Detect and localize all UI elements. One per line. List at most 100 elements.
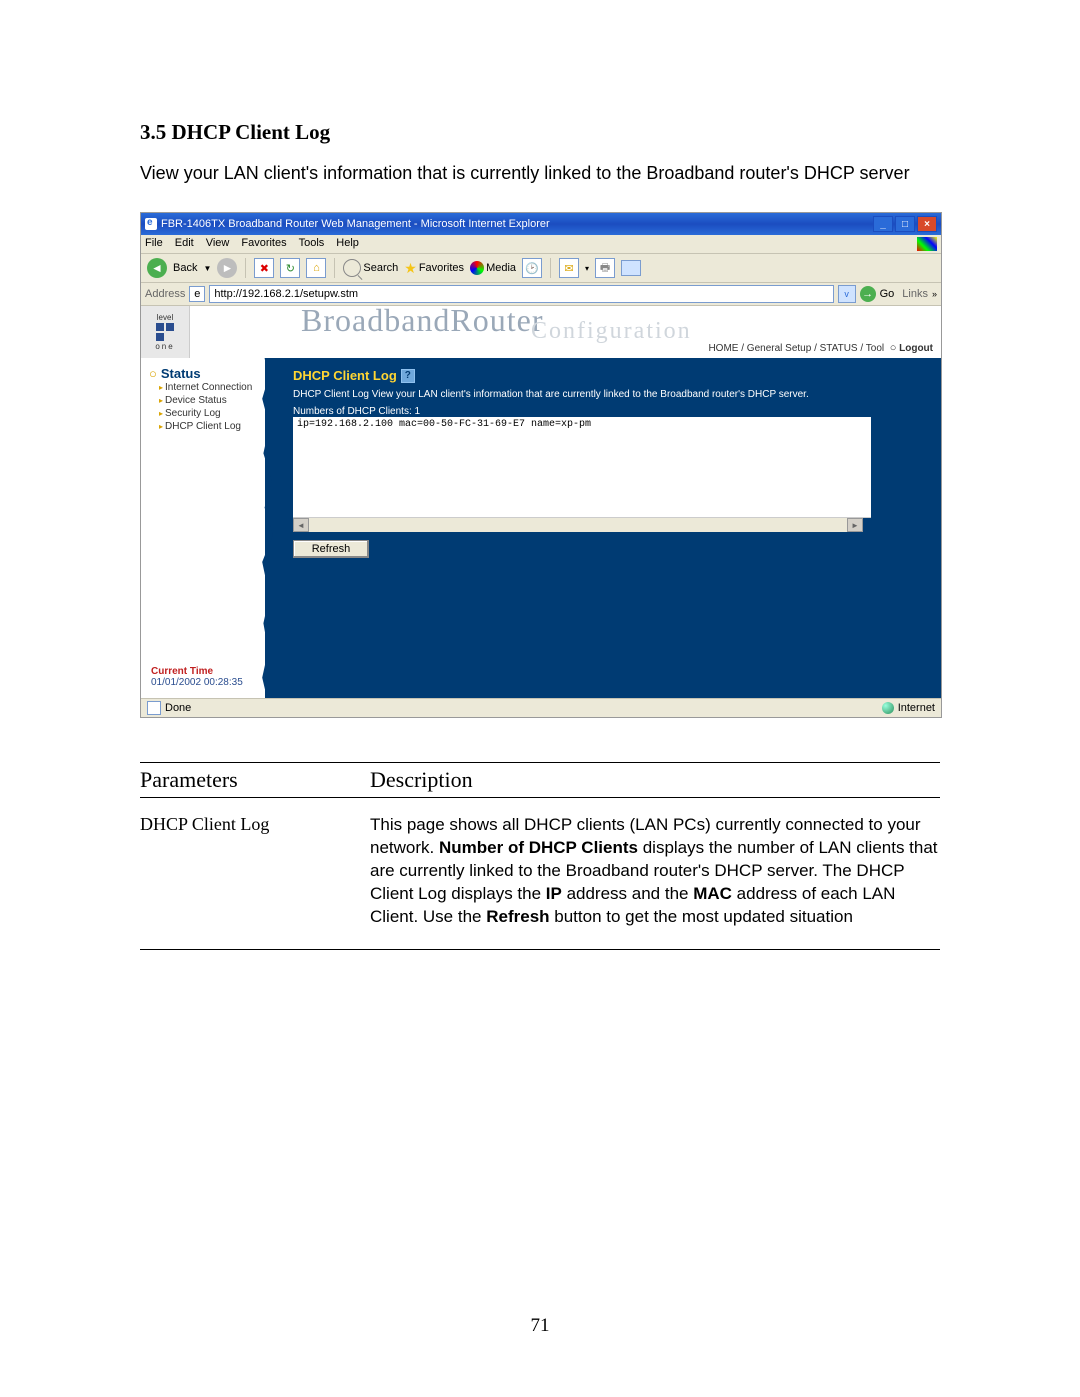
- sidebar-item-label: Internet Connection: [165, 382, 252, 393]
- media-icon: [470, 261, 484, 275]
- dhcp-log-textarea[interactable]: ip=192.168.2.100 mac=00-50-FC-31-69-E7 n…: [293, 417, 871, 518]
- page-icon: e: [189, 286, 205, 302]
- sidebar: ○Status ▸Internet Connection ▸Device Sta…: [141, 358, 265, 698]
- maximize-button[interactable]: □: [895, 216, 915, 232]
- stop-icon[interactable]: ✖: [254, 258, 274, 278]
- sidebar-item-device-status[interactable]: ▸Device Status: [141, 394, 265, 407]
- section-title: 3.5 DHCP Client Log: [140, 120, 940, 145]
- sidebar-wave-divider: [265, 358, 279, 698]
- crumb-gensetup[interactable]: General Setup: [747, 343, 812, 354]
- log-line: ip=192.168.2.100 mac=00-50-FC-31-69-E7 n…: [297, 419, 591, 430]
- triangle-icon: ▸: [159, 422, 163, 431]
- home-icon[interactable]: ⌂: [306, 258, 326, 278]
- clients-count-row: Numbers of DHCP Clients: 1: [293, 406, 927, 417]
- search-button[interactable]: Search: [343, 259, 398, 277]
- sidebar-header-text: Status: [161, 366, 201, 381]
- print-icon[interactable]: 🖶: [595, 258, 615, 278]
- minimize-button[interactable]: _: [873, 216, 893, 232]
- page-number: 71: [0, 1315, 1080, 1337]
- browser-screenshot: FBR-1406TX Broadband Router Web Manageme…: [140, 212, 942, 718]
- media-button[interactable]: Media: [470, 261, 516, 275]
- address-label: Address: [145, 288, 185, 300]
- banner-subtitle: Configuration: [531, 318, 692, 345]
- status-text: Done: [165, 702, 191, 714]
- separator: [245, 258, 246, 278]
- scroll-right-icon[interactable]: ►: [847, 518, 863, 532]
- links-chevron-icon[interactable]: »: [932, 289, 937, 299]
- status-bar: Done Internet: [141, 698, 941, 717]
- mail-icon[interactable]: ✉: [559, 258, 579, 278]
- menu-favorites[interactable]: Favorites: [241, 237, 286, 251]
- desc-text: button to get the most updated situation: [550, 907, 853, 926]
- forward-button[interactable]: ►: [217, 258, 237, 278]
- window-title: FBR-1406TX Broadband Router Web Manageme…: [161, 218, 550, 230]
- desc-bold: IP: [546, 884, 562, 903]
- back-label[interactable]: Back: [173, 262, 197, 274]
- clients-count-label: Numbers of DHCP Clients:: [293, 406, 412, 417]
- content-title-text: DHCP Client Log: [293, 368, 397, 383]
- sidebar-item-internet-connection[interactable]: ▸Internet Connection: [141, 381, 265, 394]
- levelone-logo: level one: [141, 306, 190, 358]
- sidebar-item-dhcp-client-log[interactable]: ▸DHCP Client Log: [141, 420, 265, 433]
- menu-edit[interactable]: Edit: [175, 237, 194, 251]
- sidebar-item-label: Security Log: [165, 408, 221, 419]
- star-icon: ★: [404, 260, 417, 277]
- current-time-label: Current Time: [151, 666, 243, 677]
- search-label: Search: [363, 262, 398, 274]
- table-header-description: Description: [370, 767, 940, 793]
- intro-text: View your LAN client's information that …: [140, 163, 940, 184]
- crumb-tool[interactable]: Tool: [866, 343, 884, 354]
- edit-icon[interactable]: [621, 260, 641, 276]
- logout-link[interactable]: Logout: [899, 343, 933, 354]
- desc-bold: Number of DHCP Clients: [439, 838, 638, 857]
- menu-tools[interactable]: Tools: [299, 237, 325, 251]
- sidebar-header[interactable]: ○ Status: [141, 366, 265, 381]
- back-button[interactable]: ◄: [147, 258, 167, 278]
- content-area: DHCP Client Log ? DHCP Client Log View y…: [279, 358, 941, 698]
- favorites-button[interactable]: ★ Favorites: [404, 260, 464, 277]
- back-dropdown-icon[interactable]: ▼: [203, 264, 211, 273]
- search-icon: [343, 259, 361, 277]
- url-value: http://192.168.2.1/setupw.stm: [214, 288, 358, 300]
- refresh-button[interactable]: Refresh: [293, 540, 369, 558]
- desc-bold: MAC: [693, 884, 732, 903]
- bullet-icon: ○: [149, 366, 157, 381]
- url-dropdown-icon[interactable]: v: [838, 285, 856, 303]
- help-icon[interactable]: ?: [401, 369, 415, 383]
- triangle-icon: ▸: [159, 383, 163, 392]
- logo-top-text: level: [157, 313, 173, 322]
- ie-icon: [145, 218, 157, 230]
- go-label[interactable]: Go: [880, 288, 895, 300]
- crumb-status[interactable]: STATUS: [820, 343, 858, 354]
- menu-view[interactable]: View: [206, 237, 230, 251]
- zone-label: Internet: [898, 702, 935, 714]
- url-input[interactable]: http://192.168.2.1/setupw.stm: [209, 285, 833, 303]
- param-name: DHCP Client Log: [140, 814, 370, 929]
- parameters-table: Parameters Description DHCP Client Log T…: [140, 762, 940, 950]
- links-label[interactable]: Links: [902, 288, 928, 300]
- media-label: Media: [486, 262, 516, 274]
- separator: [550, 258, 551, 278]
- separator: [334, 258, 335, 278]
- log-scrollbar[interactable]: ◄ ►: [293, 518, 863, 532]
- content-title: DHCP Client Log ?: [293, 368, 927, 383]
- sidebar-item-label: Device Status: [165, 395, 227, 406]
- menu-help[interactable]: Help: [336, 237, 359, 251]
- logout-bullet-icon: ○: [890, 342, 897, 354]
- clients-count-value: 1: [415, 406, 421, 417]
- close-button[interactable]: ×: [917, 216, 937, 232]
- crumb-home[interactable]: HOME: [708, 343, 738, 354]
- logo-bottom-text: one: [155, 342, 174, 351]
- window-titlebar: FBR-1406TX Broadband Router Web Manageme…: [141, 213, 941, 235]
- sidebar-item-security-log[interactable]: ▸Security Log: [141, 407, 265, 420]
- scroll-left-icon[interactable]: ◄: [293, 518, 309, 532]
- triangle-icon: ▸: [159, 396, 163, 405]
- desc-bold: Refresh: [486, 907, 549, 926]
- refresh-icon[interactable]: ↻: [280, 258, 300, 278]
- menu-file[interactable]: File: [145, 237, 163, 251]
- go-button[interactable]: →: [860, 286, 876, 302]
- history-icon[interactable]: 🕑: [522, 258, 542, 278]
- done-icon: [147, 701, 161, 715]
- toolbar: ◄ Back ▼ ► ✖ ↻ ⌂ Search ★ Favorites Medi…: [141, 254, 941, 283]
- mail-dropdown-icon[interactable]: ▾: [585, 264, 589, 273]
